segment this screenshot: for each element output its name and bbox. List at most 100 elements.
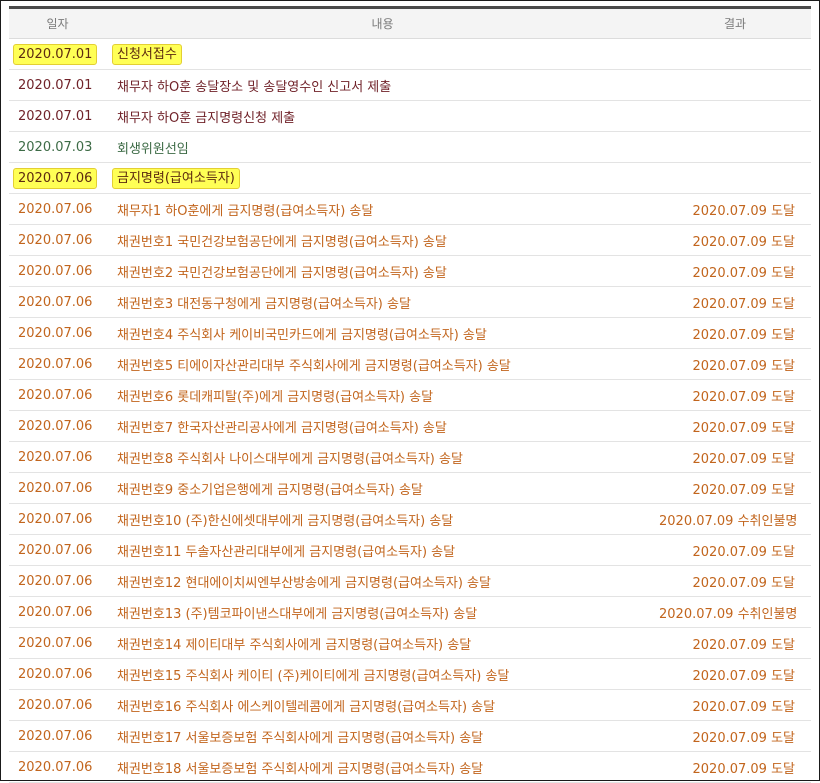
- table-row: 2020.07.06 채무자1 하O훈에게 금지명령(급여소득자) 송달 2020.…: [9, 193, 811, 225]
- row-result-cell: 2020.07.09 도달: [659, 286, 811, 318]
- row-content-cell: 채권번호2 국민건강보험공단에게 금지명령(급여소득자) 송달: [106, 255, 659, 287]
- row-result-cell: 2020.07.09 도달: [659, 534, 811, 566]
- highlighted-content: 신청서접수: [112, 43, 182, 65]
- row-content-cell: 회생위원선임: [106, 131, 659, 163]
- row-content-cell: 채권번호13 (주)템코파이낸스대부에게 금지명령(급여소득자) 송달: [106, 596, 659, 628]
- row-result-cell: [659, 69, 811, 101]
- row-content-cell: 채권번호16 주식회사 에스케이텔레콤에게 금지명령(급여소득자) 송달: [106, 689, 659, 721]
- row-content-cell: 채권번호18 서울보증보험 주식회사에게 금지명령(급여소득자) 송달: [106, 751, 659, 783]
- table-row: 2020.07.01 신청서접수: [9, 38, 811, 70]
- row-date-cell: 2020.07.06: [9, 658, 106, 690]
- row-content-cell: 채권번호3 대전동구청에게 금지명령(급여소득자) 송달: [106, 286, 659, 318]
- table-row: 2020.07.03 회생위원선임: [9, 131, 811, 163]
- row-date-cell: 2020.07.01: [9, 100, 106, 132]
- table-header-row: 일자 내용 결과: [9, 7, 811, 39]
- row-result-cell: [659, 100, 811, 132]
- row-date-cell: 2020.07.06: [9, 751, 106, 783]
- row-result-cell: [659, 38, 811, 70]
- row-result-cell: 2020.07.09 도달: [659, 472, 811, 504]
- highlighted-date: 2020.07.06: [13, 167, 98, 189]
- row-content-cell: 채무자 하O훈 송달장소 및 송달영수인 신고서 제출: [106, 69, 659, 101]
- row-content-cell: 채권번호7 한국자산관리공사에게 금지명령(급여소득자) 송달: [106, 410, 659, 442]
- row-date-cell: 2020.07.06: [9, 286, 106, 318]
- row-date-cell: 2020.07.06: [9, 689, 106, 721]
- row-content-cell: 채권번호8 주식회사 나이스대부에게 금지명령(급여소득자) 송달: [106, 441, 659, 473]
- row-content-cell: 금지명령(급여소득자): [106, 162, 659, 194]
- row-content-cell: 채권번호6 롯데캐피탈(주)에게 금지명령(급여소득자) 송달: [106, 379, 659, 411]
- row-result-cell: 2020.07.09 도달: [659, 689, 811, 721]
- row-content-cell: 채권번호5 티에이자산관리대부 주식회사에게 금지명령(급여소득자) 송달: [106, 348, 659, 380]
- row-content-cell: 채권번호4 주식회사 케이비국민카드에게 금지명령(급여소득자) 송달: [106, 317, 659, 349]
- row-date-cell: 2020.07.06: [9, 503, 106, 535]
- table-body: 2020.07.01 신청서접수 2020.07.01 채무자 하O훈 송달장소 및 …: [9, 38, 811, 783]
- row-result-cell: 2020.07.09 도달: [659, 627, 811, 659]
- row-result-cell: 2020.07.09 도달: [659, 720, 811, 752]
- table-row: 2020.07.06 채권번호4 주식회사 케이비국민카드에게 금지명령(급여소득…: [9, 317, 811, 349]
- row-result-cell: 2020.07.09 도달: [659, 255, 811, 287]
- row-date-cell: 2020.07.06: [9, 596, 106, 628]
- row-content-cell: 채권번호9 중소기업은행에게 금지명령(급여소득자) 송달: [106, 472, 659, 504]
- row-date-cell: 2020.07.06: [9, 410, 106, 442]
- table-row: 2020.07.06 채권번호12 현대에이치씨엔부산방송에게 금지명령(급여소득…: [9, 565, 811, 597]
- row-content-cell: 채권번호15 주식회사 케이티 (주)케이티에게 금지명령(급여소득자) 송달: [106, 658, 659, 690]
- row-date-cell: 2020.07.06: [9, 255, 106, 287]
- table-row: 2020.07.01 채무자 하O훈 금지명령신청 제출: [9, 100, 811, 132]
- table-row: 2020.07.01 채무자 하O훈 송달장소 및 송달영수인 신고서 제출: [9, 69, 811, 101]
- row-result-cell: 2020.07.09 도달: [659, 751, 811, 783]
- row-content-cell: 채권번호12 현대에이치씨엔부산방송에게 금지명령(급여소득자) 송달: [106, 565, 659, 597]
- row-content-cell: 채무자1 하O훈에게 금지명령(급여소득자) 송달: [106, 193, 659, 225]
- table-row: 2020.07.06 채권번호5 티에이자산관리대부 주식회사에게 금지명령(급여…: [9, 348, 811, 380]
- row-result-cell: 2020.07.09 도달: [659, 441, 811, 473]
- row-result-cell: 2020.07.09 도달: [659, 317, 811, 349]
- case-progress-panel: 일자 내용 결과 2020.07.01 신청서접수 2020.07.01 채무자 하O…: [9, 6, 811, 783]
- table-row: 2020.07.06 채권번호9 중소기업은행에게 금지명령(급여소득자) 송달 2…: [9, 472, 811, 504]
- table-row: 2020.07.06 채권번호3 대전동구청에게 금지명령(급여소득자) 송달 20…: [9, 286, 811, 318]
- row-date-cell: 2020.07.06: [9, 348, 106, 380]
- table-row: 2020.07.06 채권번호8 주식회사 나이스대부에게 금지명령(급여소득자)…: [9, 441, 811, 473]
- row-date-cell: 2020.07.03: [9, 131, 106, 163]
- case-progress-table: 일자 내용 결과 2020.07.01 신청서접수 2020.07.01 채무자 하O…: [9, 6, 811, 783]
- table-row: 2020.07.06 금지명령(급여소득자): [9, 162, 811, 194]
- row-date-cell: 2020.07.01: [9, 69, 106, 101]
- row-date-cell: 2020.07.06: [9, 441, 106, 473]
- row-date-cell: 2020.07.06: [9, 720, 106, 752]
- column-header-content: 내용: [106, 7, 659, 39]
- row-date-cell: 2020.07.06: [9, 224, 106, 256]
- table-row: 2020.07.06 채권번호7 한국자산관리공사에게 금지명령(급여소득자) 송…: [9, 410, 811, 442]
- row-result-cell: [659, 131, 811, 163]
- row-result-cell: 2020.07.09 도달: [659, 379, 811, 411]
- row-result-cell: 2020.07.09 수취인불명: [659, 596, 811, 628]
- screenshot-frame: 일자 내용 결과 2020.07.01 신청서접수 2020.07.01 채무자 하O…: [0, 0, 820, 783]
- table-header: 일자 내용 결과: [9, 7, 811, 39]
- row-result-cell: 2020.07.09 도달: [659, 565, 811, 597]
- highlighted-date: 2020.07.01: [13, 43, 98, 65]
- row-content-cell: 채권번호11 두솔자산관리대부에게 금지명령(급여소득자) 송달: [106, 534, 659, 566]
- row-date-cell: 2020.07.06: [9, 565, 106, 597]
- row-result-cell: 2020.07.09 도달: [659, 193, 811, 225]
- row-result-cell: 2020.07.09 도달: [659, 410, 811, 442]
- row-content-cell: 채무자 하O훈 금지명령신청 제출: [106, 100, 659, 132]
- table-row: 2020.07.06 채권번호2 국민건강보험공단에게 금지명령(급여소득자) 송…: [9, 255, 811, 287]
- row-date-cell: 2020.07.06: [9, 379, 106, 411]
- row-result-cell: 2020.07.09 도달: [659, 348, 811, 380]
- table-row: 2020.07.06 채권번호17 서울보증보험 주식회사에게 금지명령(급여소득…: [9, 720, 811, 752]
- row-date-cell: 2020.07.06: [9, 472, 106, 504]
- column-header-result: 결과: [659, 7, 811, 39]
- row-date-cell: 2020.07.06: [9, 193, 106, 225]
- row-content-cell: 채권번호1 국민건강보험공단에게 금지명령(급여소득자) 송달: [106, 224, 659, 256]
- row-content-cell: 채권번호10 (주)한신에셋대부에게 금지명령(급여소득자) 송달: [106, 503, 659, 535]
- table-row: 2020.07.06 채권번호1 국민건강보험공단에게 금지명령(급여소득자) 송…: [9, 224, 811, 256]
- column-header-date: 일자: [9, 7, 106, 39]
- table-row: 2020.07.06 채권번호11 두솔자산관리대부에게 금지명령(급여소득자) …: [9, 534, 811, 566]
- row-result-cell: 2020.07.09 수취인불명: [659, 503, 811, 535]
- table-row: 2020.07.06 채권번호13 (주)템코파이낸스대부에게 금지명령(급여소득…: [9, 596, 811, 628]
- table-row: 2020.07.06 채권번호10 (주)한신에셋대부에게 금지명령(급여소득자)…: [9, 503, 811, 535]
- table-row: 2020.07.06 채권번호6 롯데캐피탈(주)에게 금지명령(급여소득자) 송…: [9, 379, 811, 411]
- row-result-cell: 2020.07.09 도달: [659, 658, 811, 690]
- row-content-cell: 채권번호14 제이티대부 주식회사에게 금지명령(급여소득자) 송달: [106, 627, 659, 659]
- row-result-cell: 2020.07.09 도달: [659, 224, 811, 256]
- table-row: 2020.07.06 채권번호15 주식회사 케이티 (주)케이티에게 금지명령(…: [9, 658, 811, 690]
- row-result-cell: [659, 162, 811, 194]
- row-content-cell: 신청서접수: [106, 38, 659, 70]
- row-date-cell: 2020.07.06: [9, 317, 106, 349]
